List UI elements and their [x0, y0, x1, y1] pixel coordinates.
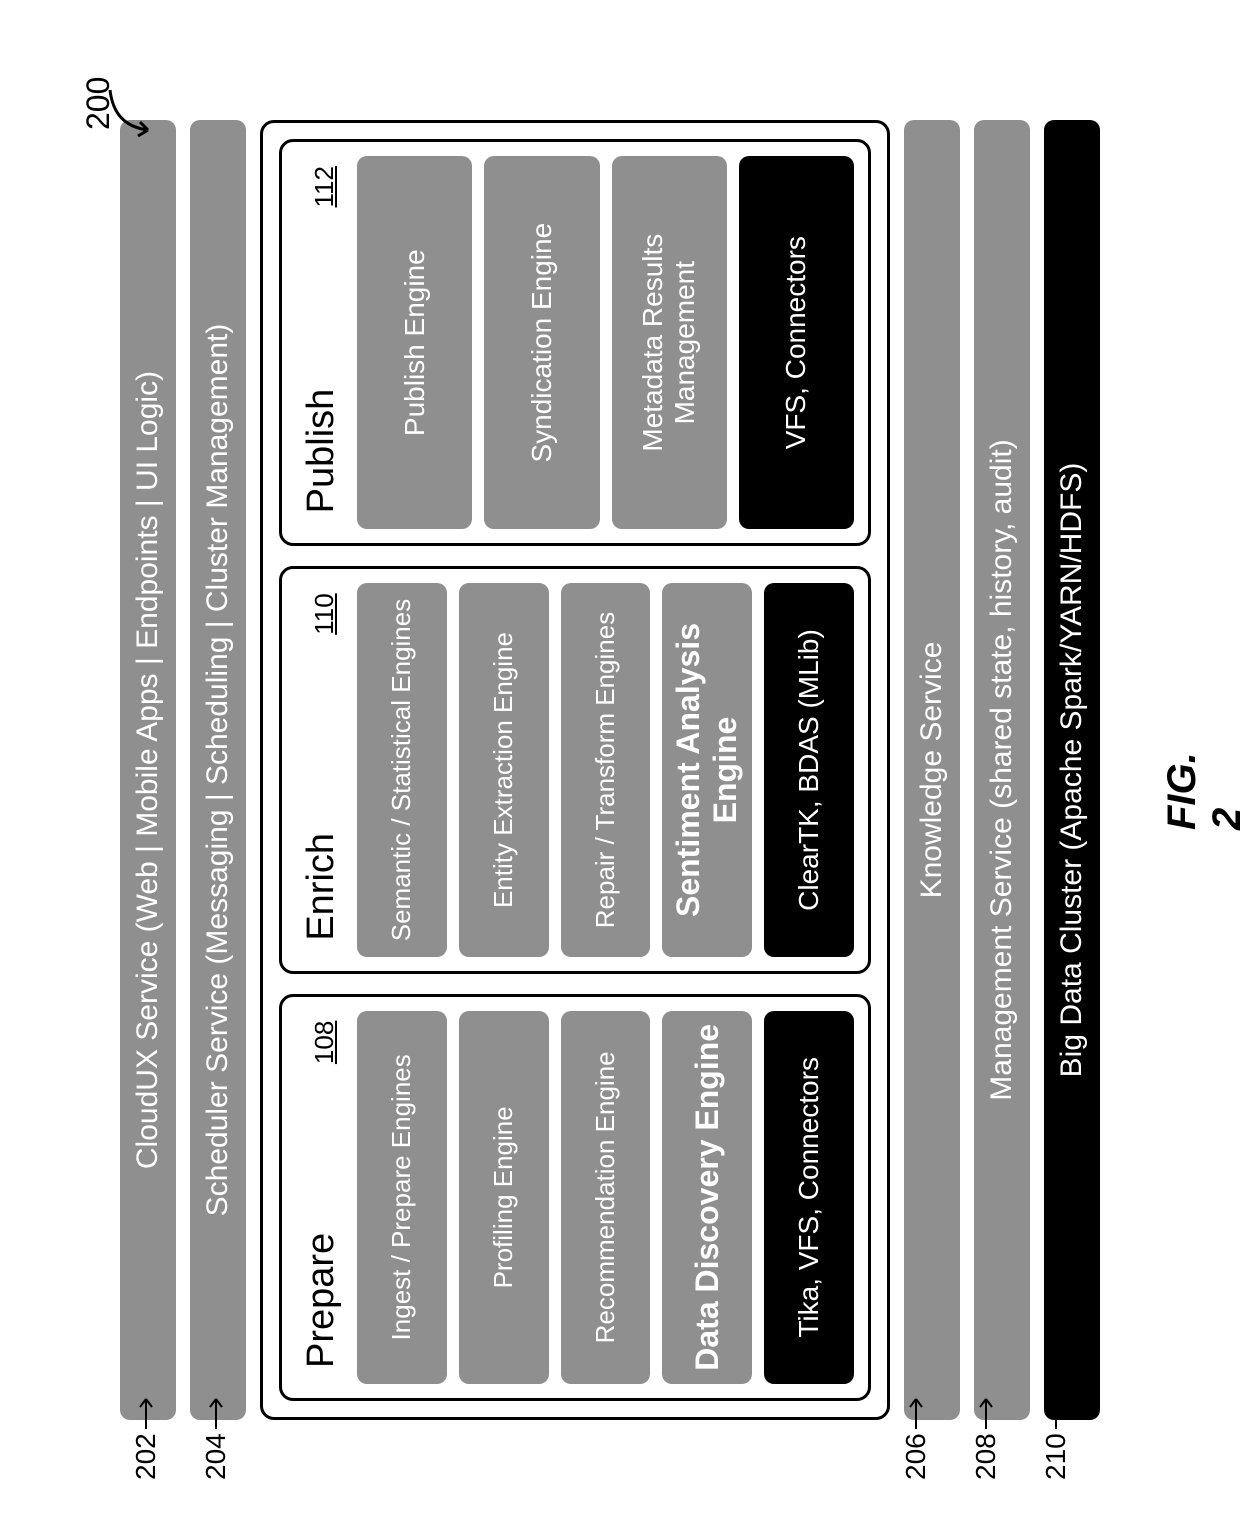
architecture-diagram: CloudUX Service (Web | Mobile Apps | End…	[120, 120, 1100, 1420]
enrich-bold-item: Sentiment Analysis Engine	[662, 583, 752, 956]
arrow-icon	[908, 1387, 924, 1429]
publish-item: Syndication Engine	[484, 156, 599, 529]
curved-arrow-icon	[108, 80, 162, 140]
knowledge-service-bar: Knowledge Service	[904, 120, 960, 1420]
prepare-ref: 108	[309, 1021, 340, 1064]
ref-208-text: 208	[970, 1433, 1002, 1480]
prepare-column: Prepare 108 Ingest / Prepare Engines Pro…	[279, 994, 871, 1401]
enrich-item: Entity Extraction Engine	[459, 583, 549, 956]
enrich-column: Enrich 110 Semantic / Statistical Engine…	[279, 566, 871, 973]
enrich-title: Enrich	[300, 833, 343, 941]
figure-caption: FIG. 2	[1160, 750, 1240, 830]
ref-204: 204	[200, 1387, 232, 1480]
enrich-footer: ClearTK, BDAS (MLib)	[764, 583, 854, 956]
ref-202-text: 202	[130, 1433, 162, 1480]
prepare-footer: Tika, VFS, Connectors	[764, 1011, 854, 1384]
big-data-cluster-bar: Big Data Cluster (Apache Spark/YARN/HDFS…	[1044, 120, 1100, 1420]
publish-header: Publish 112	[296, 156, 345, 529]
cloudux-service-bar: CloudUX Service (Web | Mobile Apps | End…	[120, 120, 176, 1420]
prepare-bold-item: Data Discovery Engine	[662, 1011, 752, 1384]
ref-206-text: 206	[900, 1433, 932, 1480]
prepare-header: Prepare 108	[296, 1011, 345, 1384]
arrow-icon	[208, 1387, 224, 1429]
enrich-ref: 110	[309, 593, 340, 634]
pipeline-row: Prepare 108 Ingest / Prepare Engines Pro…	[260, 120, 890, 1420]
management-service-bar: Management Service (shared state, histor…	[974, 120, 1030, 1420]
publish-item: Metadata Results Management	[612, 156, 727, 529]
ref-200: 200	[80, 77, 117, 130]
enrich-item: Semantic / Statistical Engines	[357, 583, 447, 956]
publish-title: Publish	[300, 389, 343, 514]
scheduler-service-bar: Scheduler Service (Messaging | Schedulin…	[190, 120, 246, 1420]
prepare-title: Prepare	[300, 1233, 343, 1368]
ref-206: 206	[900, 1387, 932, 1480]
enrich-header: Enrich 110	[296, 583, 345, 956]
prepare-item: Ingest / Prepare Engines	[357, 1011, 447, 1384]
ref-208: 208	[970, 1387, 1002, 1480]
prepare-item: Profiling Engine	[459, 1011, 549, 1384]
publish-ref: 112	[309, 166, 340, 207]
ref-202: 202	[130, 1387, 162, 1480]
ref-210: 210	[1040, 1387, 1072, 1480]
arrow-icon	[978, 1387, 994, 1429]
arrow-icon	[138, 1387, 154, 1429]
publish-column: Publish 112 Publish Engine Syndication E…	[279, 139, 871, 546]
ref-204-text: 204	[200, 1433, 232, 1480]
publish-footer: VFS, Connectors	[739, 156, 854, 529]
prepare-item: Recommendation Engine	[561, 1011, 651, 1384]
enrich-item: Repair / Transform Engines	[561, 583, 651, 956]
ref-210-text: 210	[1040, 1433, 1072, 1480]
publish-item: Publish Engine	[357, 156, 472, 529]
arrow-icon	[1048, 1387, 1064, 1429]
